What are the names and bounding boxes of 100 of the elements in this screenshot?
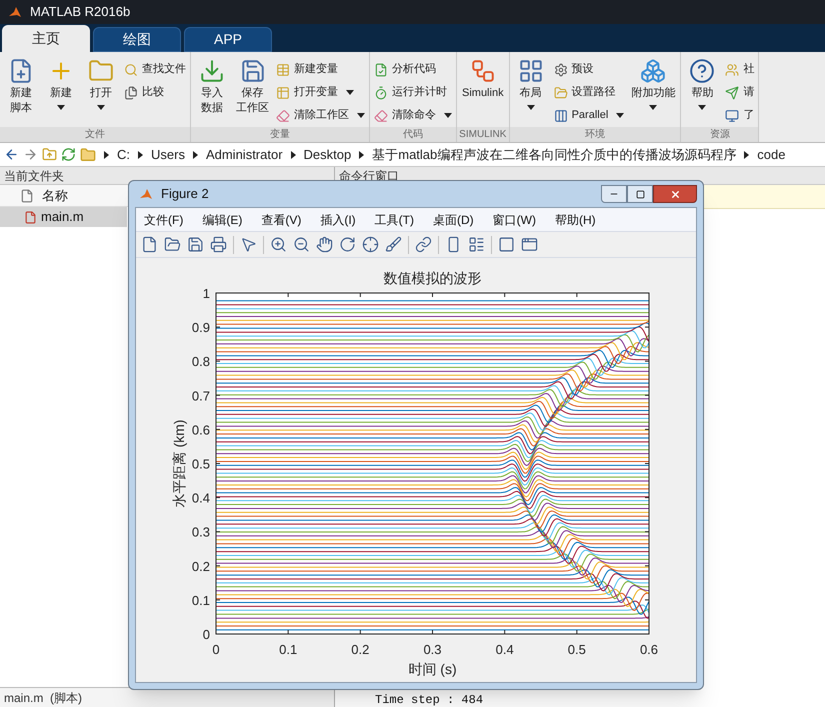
ribbon-menu-button[interactable]: 请 — [725, 83, 754, 102]
ribbon-menu-button[interactable]: 清除命令 — [374, 106, 452, 125]
ribbon-menu-button[interactable]: 运行并计时 — [374, 83, 452, 102]
ribbon-menu-button[interactable]: 预设 — [554, 60, 624, 79]
timer-icon — [374, 86, 388, 100]
ribbon-button[interactable]: 帮助 — [683, 56, 722, 127]
ribbon-button[interactable]: Simulink — [459, 56, 507, 127]
window-icon[interactable] — [521, 236, 538, 253]
back-icon[interactable] — [4, 147, 19, 162]
close-button[interactable] — [653, 185, 697, 203]
y-tick-label: 0.4 — [192, 490, 210, 506]
y-tick-label: 0 — [202, 627, 210, 642]
chevron-icon — [138, 150, 143, 158]
ribbon-button[interactable]: 新建 — [42, 56, 80, 127]
chevron-icon — [359, 150, 364, 158]
new-file-icon[interactable] — [141, 236, 158, 253]
ribbon-menu-button[interactable]: 比较 — [124, 83, 186, 102]
close-icon — [670, 188, 680, 200]
columns-icon — [554, 108, 568, 122]
compare-icon — [124, 86, 138, 100]
ribbon-menu-button[interactable]: 设置路径 — [554, 83, 624, 102]
x-tick-label: 0.4 — [496, 642, 514, 657]
ribbon-tab[interactable]: APP — [184, 27, 272, 52]
ribbon-menu-button[interactable]: 分析代码 — [374, 60, 452, 79]
ribbon-button[interactable]: 导入 数据 — [193, 56, 231, 127]
menu-item[interactable]: 工具(T) — [374, 210, 414, 228]
hand-icon[interactable] — [316, 236, 333, 253]
ribbon-menu-button[interactable]: 查找文件 — [124, 60, 186, 79]
breadcrumb-link[interactable]: Administrator — [206, 144, 283, 164]
ribbon-group-label: 文件 — [0, 127, 190, 142]
ribbon-menu-button[interactable]: 社 — [725, 60, 754, 79]
search-icon — [124, 62, 138, 76]
ribbon-menu-button[interactable]: 了 — [725, 106, 754, 125]
breadcrumb-link[interactable]: Users — [151, 144, 185, 164]
zoom-in-icon[interactable] — [270, 236, 287, 253]
menu-item[interactable]: 编辑(E) — [202, 210, 242, 228]
layout-icon — [518, 58, 544, 84]
settings-icon — [554, 62, 568, 76]
menu-item[interactable]: 插入(I) — [320, 210, 356, 228]
y-tick-label: 0.2 — [192, 558, 210, 574]
ribbon-menu-button[interactable]: 新建变量 — [276, 60, 365, 79]
forward-icon[interactable] — [23, 147, 38, 162]
eraser-icon — [374, 108, 388, 122]
y-tick-label: 0.1 — [192, 592, 210, 608]
save-icon[interactable] — [187, 236, 204, 253]
ribbon-button[interactable]: 布局 — [512, 56, 550, 127]
x-tick-label: 0.6 — [640, 642, 658, 657]
breadcrumb-link[interactable]: 基于matlab编程声波在二维各向同性介质中的传播波场源码程序 — [372, 144, 736, 164]
menu-item[interactable]: 文件(F) — [144, 210, 184, 228]
menu-item[interactable]: 桌面(D) — [432, 210, 474, 228]
legend-icon[interactable] — [468, 236, 485, 253]
file-row[interactable]: main.m — [0, 207, 127, 227]
ribbon-menu-button[interactable]: 打开变量 — [276, 83, 365, 102]
link-icon[interactable] — [415, 236, 432, 253]
command-output: Time step : 484 — [374, 693, 484, 707]
y-tick-label: 0.8 — [192, 354, 210, 370]
ribbon-tab[interactable]: 绘图 — [93, 27, 181, 52]
monitor-icon — [725, 108, 740, 122]
maximize-button[interactable] — [627, 185, 653, 203]
users-icon — [725, 62, 740, 76]
ribbon-menu-button[interactable]: 清除工作区 — [276, 106, 365, 125]
open-folder-icon[interactable] — [164, 236, 181, 253]
help-icon — [689, 58, 716, 84]
menu-item[interactable]: 查看(V) — [261, 210, 302, 228]
x-tick-label: 0.5 — [568, 642, 586, 657]
ribbon-group-label: 环境 — [510, 127, 680, 142]
menu-item[interactable]: 窗口(W) — [492, 210, 536, 228]
printer-icon[interactable] — [210, 236, 227, 253]
ribbon-group-label: 资源 — [681, 127, 758, 142]
ribbon-group-label: 变量 — [191, 127, 369, 142]
eraser-icon — [276, 108, 290, 122]
ribbon-button[interactable]: 打开 — [82, 56, 120, 127]
breadcrumb-link[interactable]: code — [757, 144, 786, 164]
rotate-icon[interactable] — [339, 236, 356, 253]
breadcrumb-link[interactable]: C: — [117, 144, 130, 164]
zoom-out-icon[interactable] — [293, 236, 310, 253]
ribbon-button[interactable]: 保存 工作区 — [233, 56, 272, 127]
panel-title: 当前文件夹 — [4, 168, 64, 184]
download-icon — [199, 58, 225, 84]
ribbon-tab[interactable]: 主页 — [2, 25, 90, 52]
pointer-icon[interactable] — [240, 236, 257, 253]
chevron-icon — [744, 150, 750, 158]
plot-title: 数值模拟的波形 — [384, 270, 482, 286]
chevron-icon — [290, 150, 296, 158]
breadcrumb-link[interactable]: Desktop — [304, 144, 352, 164]
ribbon-menu-button[interactable]: Parallel — [554, 106, 624, 125]
details-text: main.m (脚本) — [4, 690, 82, 706]
ribbon-button[interactable]: 附加功能 — [628, 56, 678, 127]
square-icon[interactable] — [498, 236, 515, 253]
x-tick-label: 0.2 — [351, 642, 370, 657]
crosshair-icon[interactable] — [362, 236, 379, 253]
y-axis-label: 水平距离 (km) — [171, 420, 187, 508]
folder-icon — [80, 146, 96, 162]
brush-icon[interactable] — [385, 236, 402, 253]
ribbon-group-label: SIMULINK — [457, 127, 509, 142]
menu-item[interactable]: 帮助(H) — [554, 210, 596, 228]
table-icon — [276, 86, 290, 100]
column-header[interactable]: 名称 — [42, 186, 68, 206]
ribbon-button[interactable]: 新建 脚本 — [2, 56, 40, 127]
maximize-icon — [636, 190, 644, 198]
